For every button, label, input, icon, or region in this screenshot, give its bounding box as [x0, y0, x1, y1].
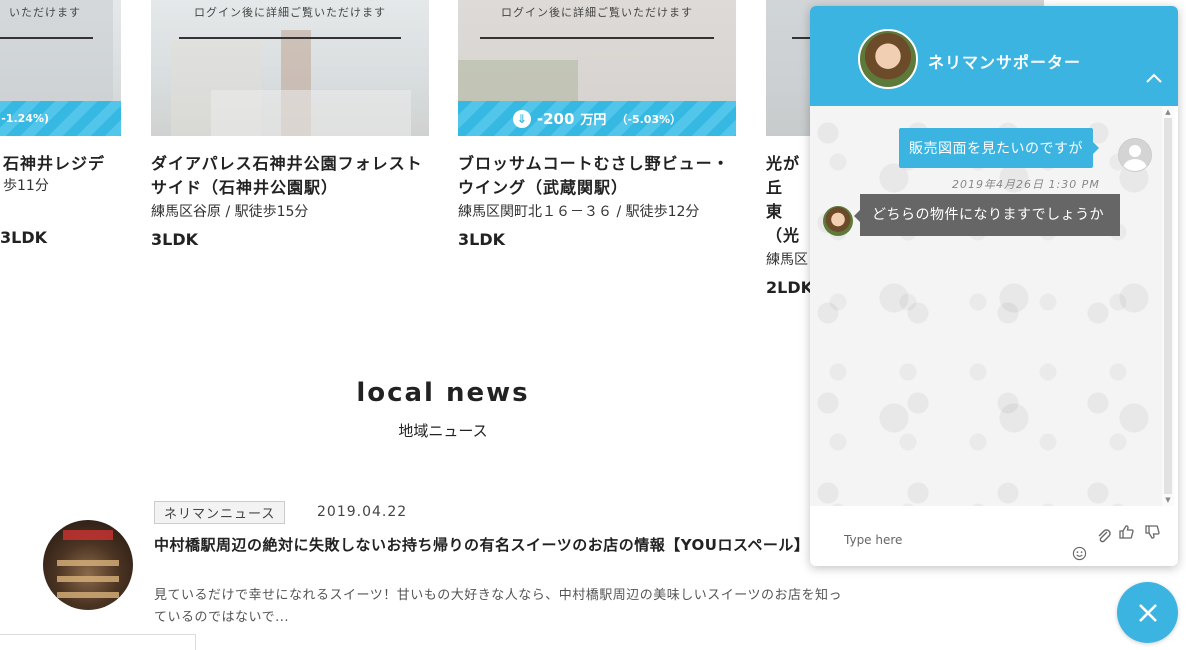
price-change-percent: -1.24%) [1, 112, 49, 125]
next-item-box [0, 634, 196, 650]
price-band: -1.24%) [0, 101, 121, 136]
chevron-up-icon[interactable] [1146, 70, 1162, 86]
chat-message-input[interactable] [842, 532, 1046, 548]
section-title: local news [356, 378, 530, 408]
scroll-down-icon[interactable]: ▼ [1162, 496, 1174, 504]
property-address: 練馬区谷原 / 駅徒歩15分 [151, 204, 309, 220]
price-change-amount: -200 [536, 109, 575, 128]
property-card[interactable]: ログイン後に詳細ご覧いただけます ⇓ -200 万円 （-5.03%） ブロッサ… [458, 0, 736, 249]
property-layout: 3LDK [151, 230, 199, 249]
property-title[interactable]: ダイアパレス石神井公園フォレストサイド（石神井公園駅） [151, 152, 429, 200]
agent-avatar [823, 206, 853, 236]
thumbs-down-icon[interactable] [1144, 524, 1160, 544]
property-title[interactable]: 石神井レジデ [0, 152, 121, 176]
paperclip-icon[interactable] [1096, 528, 1112, 548]
news-date: 2019.04.22 [317, 504, 408, 520]
chat-scrollbar[interactable]: ▲ ▼ [1162, 106, 1174, 506]
price-unit: 万円 [580, 113, 607, 128]
news-excerpt: 見ているだけで幸せになれるスイーツ！甘いもの大好きな人なら、中村橋駅周辺の美味し… [154, 588, 842, 625]
user-avatar [1118, 138, 1152, 172]
chat-header[interactable]: ネリマンサポーター [810, 6, 1178, 106]
chat-messages: 販売図面を見たいのですが 2019年4月26日 1:30 PM どちらの物件にな… [810, 106, 1162, 506]
news-category-tag[interactable]: ネリマンニュース [154, 501, 286, 524]
chat-widget: ネリマンサポーター 販売図面を見たいのですが 2019年4月26日 1:30 P… [810, 6, 1178, 566]
login-note: ログイン後に詳細ご覧いただけます [501, 6, 693, 19]
login-note: いただけます [9, 6, 81, 19]
scroll-up-icon[interactable]: ▲ [1162, 108, 1174, 116]
price-change-percent: （-5.03%） [616, 112, 682, 126]
section-subtitle: 地域ニュース [398, 422, 488, 440]
property-layout: 3LDK [0, 228, 48, 247]
agent-avatar [858, 29, 918, 89]
message-timestamp: 2019年4月26日 1:30 PM [952, 178, 1100, 191]
arrow-down-icon: ⇓ [512, 109, 531, 128]
property-photo[interactable]: ログイン後に詳細ご覧いただけます ⇓ -200 万円 （-5.03%） [458, 0, 736, 136]
divider [179, 37, 401, 39]
property-layout: 3LDK [458, 230, 506, 249]
page: いただけます -1.24%) 石神井レジデ 歩11分 ログイン後に詳細ご覧いただ… [0, 0, 1186, 650]
close-icon [1138, 603, 1157, 622]
property-title[interactable]: 光が丘 東（光 [766, 152, 806, 248]
news-title-link[interactable]: 中村橋駅周辺の絶対に失敗しないお持ち帰りの有名スイーツのお店の情報【YOUロスペ… [154, 533, 809, 557]
divider [480, 37, 714, 39]
property-photo[interactable]: ログイン後に詳細ご覧いただけます [151, 0, 429, 136]
smiley-icon[interactable] [1072, 546, 1087, 565]
price-band: ⇓ -200 万円 （-5.03%） [458, 101, 736, 136]
chat-input-area [810, 506, 1178, 566]
property-address: 練馬区関町北１６－３６ / 駅徒歩12分 [458, 204, 700, 220]
user-message: 販売図面を見たいのですが [899, 128, 1099, 168]
property-title[interactable]: ブロッサムコートむさし野ビュー・ウイング（武蔵関駅） [458, 152, 736, 200]
agent-message: どちらの物件になりますでしょうか [854, 194, 1120, 236]
property-card[interactable]: ログイン後に詳細ご覧いただけます ダイアパレス石神井公園フォレストサイド（石神井… [151, 0, 429, 249]
property-card[interactable]: いただけます -1.24%) 石神井レジデ 歩11分 [0, 0, 121, 196]
login-note: ログイン後に詳細ご覧いただけます [194, 6, 386, 19]
divider [0, 37, 93, 39]
property-photo[interactable]: いただけます -1.24%) [0, 0, 121, 136]
property-address: 歩11分 [3, 178, 49, 194]
close-chat-button[interactable] [1117, 582, 1178, 643]
thumbs-up-icon[interactable] [1118, 524, 1134, 544]
news-thumbnail[interactable] [43, 520, 133, 610]
agent-name: ネリマンサポーター [928, 53, 1082, 72]
